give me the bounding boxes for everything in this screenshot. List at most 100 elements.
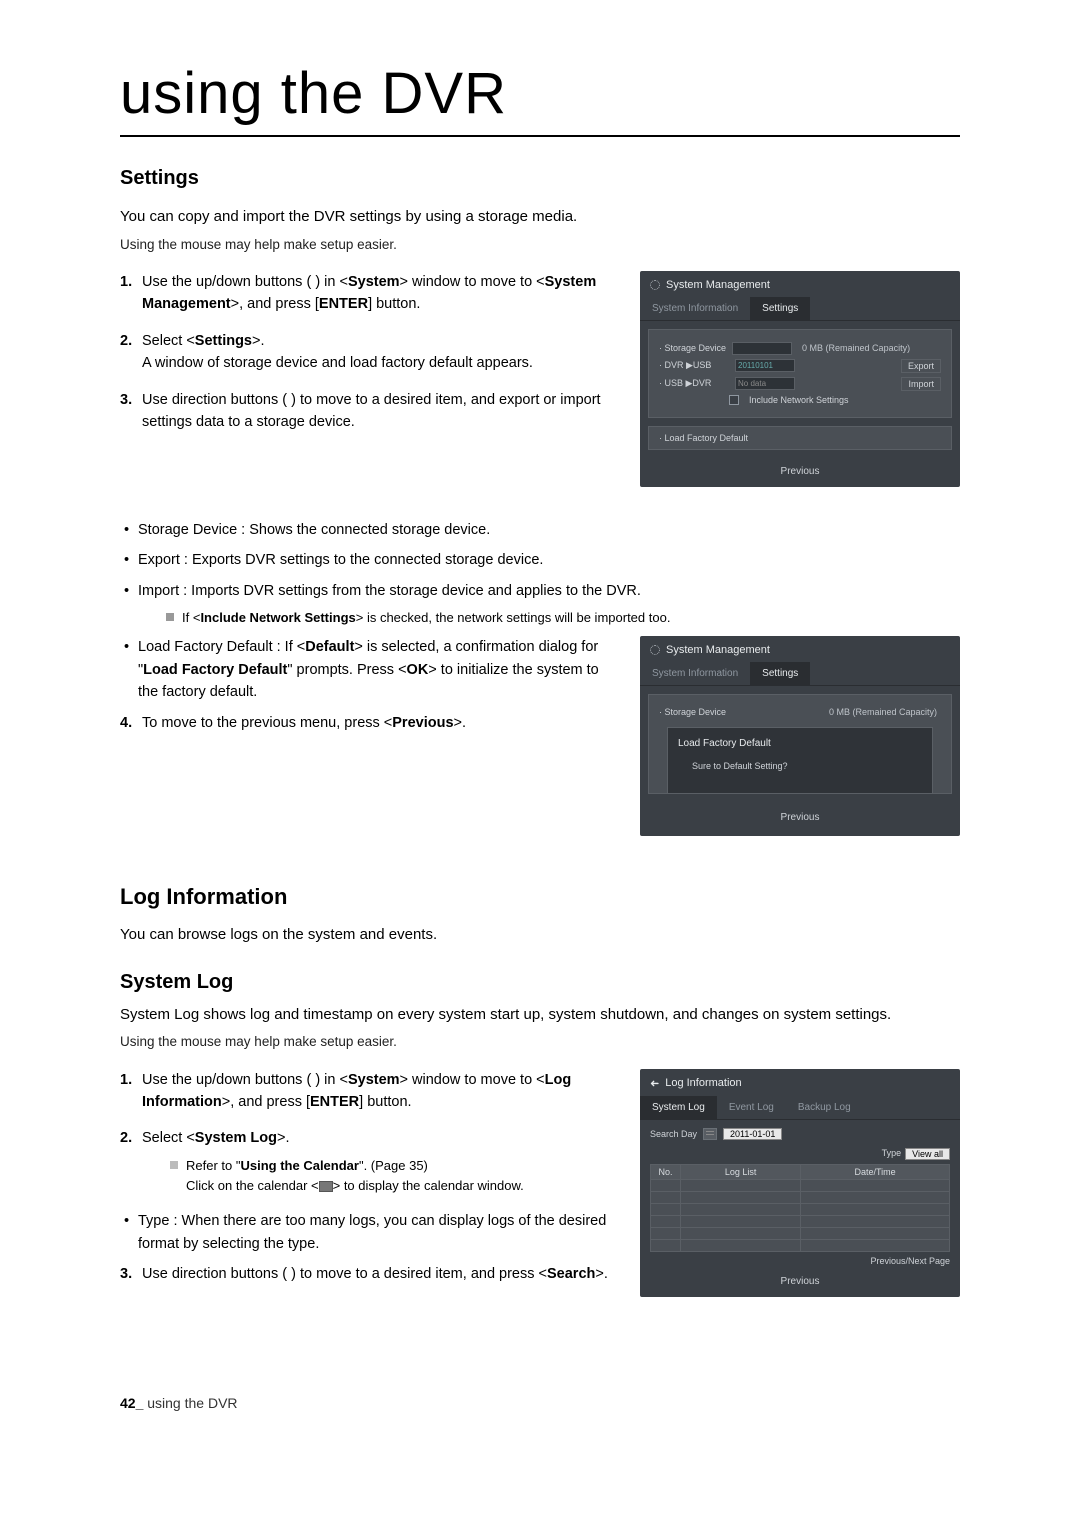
load-factory-default-dialog: Load Factory Default Sure to Default Set… — [667, 727, 933, 794]
ui-system-management-settings: System Management System Information Set… — [640, 271, 960, 487]
text: " prompts. Press < — [287, 662, 406, 678]
label-settings: Settings — [195, 333, 252, 349]
tab-event-log[interactable]: Event Log — [717, 1096, 786, 1119]
remained-capacity: 0 MB (Remained Capacity) — [798, 343, 914, 353]
log-information-intro: You can browse logs on the system and ev… — [120, 924, 960, 947]
step-3: Use direction buttons ( ) to move to a d… — [120, 389, 620, 434]
text: >, and press [ — [222, 1094, 310, 1110]
previous-button[interactable]: Previous — [640, 1266, 960, 1291]
col-log-list: Log List — [681, 1164, 801, 1179]
text: ". (Page 35) — [359, 1158, 428, 1173]
page-title: using the DVR — [120, 60, 960, 137]
text: Load Factory Default : If < — [138, 639, 305, 655]
label-default: Default — [305, 639, 354, 655]
tab-system-log[interactable]: System Log — [640, 1096, 717, 1119]
square-icon — [166, 613, 174, 621]
table-row — [651, 1215, 950, 1227]
export-button[interactable]: Export — [901, 359, 941, 373]
tab-settings[interactable]: Settings — [750, 662, 810, 685]
col-date-time: Date/Time — [801, 1164, 950, 1179]
text: >. — [454, 715, 467, 731]
label-search: Search — [547, 1266, 595, 1282]
label-enter: ENTER — [319, 296, 368, 312]
search-date-field[interactable]: 2011-01-01 — [723, 1128, 782, 1140]
tab-backup-log[interactable]: Backup Log — [786, 1096, 863, 1119]
log-table: No. Log List Date/Time — [650, 1164, 950, 1252]
text: ) to move to a desired item, and press < — [291, 1266, 547, 1282]
previous-button[interactable]: Previous — [640, 456, 960, 481]
search-day-row: Search Day 2011-01-01 — [650, 1128, 950, 1140]
text: Click on the calendar < — [186, 1178, 319, 1193]
text: System Management — [666, 279, 770, 291]
search-day-label: Search Day — [650, 1129, 697, 1139]
tab-system-information[interactable]: System Information — [640, 662, 750, 685]
calendar-icon — [319, 1181, 333, 1192]
text: Use the up/down buttons ( — [142, 1072, 311, 1088]
ui-log-information: ➜ Log Information System Log Event Log Ba… — [640, 1069, 960, 1297]
label-include-network-settings: Include Network Settings — [200, 610, 355, 625]
storage-device-field[interactable] — [732, 342, 792, 355]
text: Refer to " — [186, 1158, 240, 1173]
col-no: No. — [651, 1164, 681, 1179]
text: If < — [182, 610, 200, 625]
label-ok: OK — [407, 662, 429, 678]
step-4: To move to the previous menu, press <Pre… — [120, 712, 620, 734]
table-row — [651, 1203, 950, 1215]
text: > window to move to < — [400, 1072, 545, 1088]
usb-dvr-nodata[interactable]: No data — [735, 377, 795, 390]
text: ] button. — [359, 1094, 411, 1110]
ui-tabs: System Log Event Log Backup Log — [640, 1096, 960, 1120]
back-icon: ➜ — [650, 1077, 659, 1090]
type-row: Type View all — [650, 1148, 950, 1160]
type-label: Type — [882, 1148, 902, 1160]
text: Use the up/down buttons ( — [142, 274, 311, 290]
table-row — [651, 1191, 950, 1203]
load-factory-default-row[interactable]: · Load Factory Default — [648, 426, 952, 450]
type-select[interactable]: View all — [905, 1148, 950, 1160]
text: Select < — [142, 1130, 195, 1146]
tab-system-information[interactable]: System Information — [640, 297, 750, 320]
bullet-export: Export : Exports DVR settings to the con… — [120, 549, 960, 571]
storage-device-label: · Storage Device — [659, 343, 726, 353]
ui-tabs: System Information Settings — [640, 662, 960, 686]
text: Use direction buttons ( — [142, 392, 287, 408]
gear-icon — [650, 280, 660, 290]
text: > to display the calendar window. — [333, 1178, 524, 1193]
table-row — [651, 1179, 950, 1191]
storage-device-label: · Storage Device — [659, 707, 726, 717]
text: >, and press [ — [231, 296, 319, 312]
footer-text: using the DVR — [147, 1395, 237, 1411]
dvr-usb-date[interactable]: 20110101 — [735, 359, 795, 372]
ui-system-management-modal: System Management System Information Set… — [640, 636, 960, 836]
text: System Management — [666, 644, 770, 656]
bullet-import: Import : Imports DVR settings from the s… — [120, 580, 960, 629]
calendar-icon[interactable] — [703, 1128, 717, 1140]
previous-button[interactable]: Previous — [640, 802, 960, 827]
include-network-checkbox[interactable] — [729, 395, 739, 405]
syslog-step-2: Select <System Log>. Refer to "Using the… — [120, 1127, 620, 1196]
syslog-step-3: Use direction buttons ( ) to move to a d… — [120, 1263, 620, 1285]
text: Select < — [142, 333, 195, 349]
tab-settings[interactable]: Settings — [750, 297, 810, 320]
label-load-factory-default: Load Factory Default — [143, 662, 287, 678]
label-system: System — [348, 274, 400, 290]
settings-heading: Settings — [120, 167, 960, 190]
system-log-intro: System Log shows log and timestamp on ev… — [120, 1004, 960, 1027]
ui-tabs: System Information Settings — [640, 297, 960, 321]
text: Use direction buttons ( — [142, 1266, 287, 1282]
table-row — [651, 1227, 950, 1239]
text: ] button. — [368, 296, 420, 312]
import-button[interactable]: Import — [901, 377, 941, 391]
text: >. — [277, 1130, 290, 1146]
pager[interactable]: Previous/Next Page — [650, 1256, 950, 1266]
step-2: Select <Settings>. A window of storage d… — [120, 330, 620, 375]
text: To move to the previous menu, press < — [142, 715, 392, 731]
ui-window-title: System Management — [640, 636, 960, 662]
settings-intro: You can copy and import the DVR settings… — [120, 206, 960, 229]
text: A window of storage device and load fact… — [142, 355, 533, 371]
text: Log Information — [665, 1077, 741, 1089]
ui-body: · Storage Device 0 MB (Remained Capacity… — [648, 329, 952, 418]
settings-bullets: Storage Device : Shows the connected sto… — [120, 519, 960, 629]
text: ) in < — [315, 1072, 348, 1088]
text: >. — [595, 1266, 608, 1282]
